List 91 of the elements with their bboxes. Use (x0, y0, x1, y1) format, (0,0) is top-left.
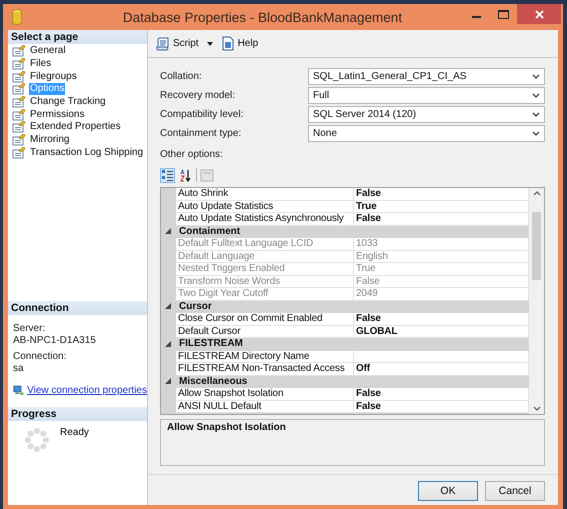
expand-icon[interactable] (165, 340, 172, 348)
section-header: Connection (8, 301, 147, 315)
dialog-button[interactable]: OK (418, 481, 478, 501)
progress-status: Ready (60, 427, 89, 440)
page-icon (12, 146, 26, 159)
dropdown[interactable]: Full (308, 87, 545, 104)
field-label: Recovery model: (160, 90, 236, 101)
dropdown[interactable]: None (308, 125, 545, 142)
expand-icon[interactable] (165, 303, 172, 310)
categorized-button[interactable] (160, 168, 175, 182)
window-title: Database Properties - BloodBankManagement (122, 10, 404, 24)
chevron-icon (532, 130, 540, 136)
property-value[interactable]: False (354, 388, 529, 400)
category-header: Cursor (178, 300, 213, 313)
database-icon (12, 9, 22, 25)
server-label: Server: (12, 323, 46, 335)
page-item[interactable]: Mirroring (29, 134, 70, 146)
scroll-thumb[interactable] (532, 212, 541, 280)
description-box: Allow Snapshot Isolation (160, 419, 545, 466)
page-icon (12, 70, 26, 83)
page-item[interactable]: Files (29, 58, 52, 70)
field-label: Compatibility level: (160, 109, 244, 120)
property-value[interactable]: True (354, 200, 529, 213)
scroll-icon (156, 36, 170, 50)
page-item[interactable]: Permissions (29, 108, 86, 121)
spinner-icon (24, 427, 50, 453)
property-pages-icon (200, 168, 214, 182)
help-icon (220, 36, 235, 51)
dropdown[interactable]: SQL_Latin1_General_CP1_CI_AS (308, 68, 545, 85)
property-value[interactable]: GLOBAL (354, 326, 529, 338)
server-name: AB-NPC1-D1A315 (12, 335, 97, 347)
property-name: Transform Noise Words (176, 276, 354, 288)
property-name: Default Language (176, 250, 354, 263)
connection-user: sa (12, 363, 25, 375)
scroll-up-icon[interactable] (532, 190, 540, 196)
property-name: ANSI NULL Default (176, 400, 354, 413)
section-header: Select a page (8, 30, 147, 44)
chevron-icon (532, 92, 540, 98)
section-header: Progress (8, 407, 147, 421)
property-value[interactable]: False (354, 400, 529, 413)
category-header: FILESTREAM (178, 338, 244, 350)
scrollbar[interactable] (529, 188, 544, 414)
property-name: Allow Snapshot Isolation (176, 388, 354, 400)
computer-icon (13, 384, 24, 397)
category-header: Containment (178, 226, 242, 238)
page-item[interactable]: Change Tracking (29, 96, 107, 108)
property-name: Default Cursor (176, 326, 354, 338)
help-button[interactable]: Help (218, 35, 260, 52)
property-name: Two Digit Year Cutoff (176, 288, 354, 300)
minimize-icon (472, 16, 481, 18)
page-icon (12, 83, 26, 96)
property-value[interactable]: False (354, 188, 529, 200)
page-icon (12, 45, 26, 58)
dropdown[interactable]: SQL Server 2014 (120) (308, 106, 545, 123)
page-icon (12, 121, 26, 134)
page-icon (12, 96, 26, 108)
field-label: Collation: (160, 71, 203, 82)
category-header: Miscellaneous (178, 376, 248, 388)
page-item[interactable]: General (29, 45, 67, 58)
page-item[interactable]: Extended Properties (29, 121, 122, 134)
property-value[interactable]: False (354, 213, 529, 226)
property-value[interactable]: Off (354, 363, 529, 376)
page-icon (12, 108, 26, 121)
close-button[interactable] (517, 4, 561, 24)
script-button[interactable]: Script (154, 36, 201, 52)
property-name: FILESTREAM Directory Name (176, 350, 354, 363)
page-icon (12, 58, 26, 70)
property-value[interactable]: False (354, 313, 529, 326)
property-name: Auto Update Statistics (176, 200, 354, 213)
chevron-icon (532, 74, 540, 80)
property-name: Default Fulltext Language LCID (176, 238, 354, 250)
page-item[interactable]: Transaction Log Shipping (29, 146, 144, 159)
dialog-button[interactable]: Cancel (485, 481, 545, 501)
maximize-icon (498, 10, 509, 18)
page-icon (12, 134, 26, 146)
expand-icon[interactable] (165, 378, 172, 386)
section-label: Other options: (160, 149, 224, 162)
chevron-icon (532, 112, 540, 118)
close-icon (534, 10, 544, 18)
sort-alphabetical-button[interactable] (178, 168, 193, 182)
connection-label: Connection: (12, 351, 68, 363)
page-item[interactable]: Filegroups (29, 70, 78, 83)
property-name: FILESTREAM Non-Transacted Access (176, 363, 354, 376)
property-name: Nested Triggers Enabled (176, 263, 354, 276)
connection-link[interactable]: View connection properties (27, 385, 147, 396)
scroll-down-icon[interactable] (532, 406, 540, 412)
field-label: Containment type: (160, 128, 242, 139)
expand-icon[interactable] (165, 228, 172, 236)
property-name: Auto Update Statistics Asynchronously (176, 213, 354, 226)
property-name: Close Cursor on Commit Enabled (176, 313, 354, 326)
property-name: Auto Shrink (176, 188, 354, 200)
